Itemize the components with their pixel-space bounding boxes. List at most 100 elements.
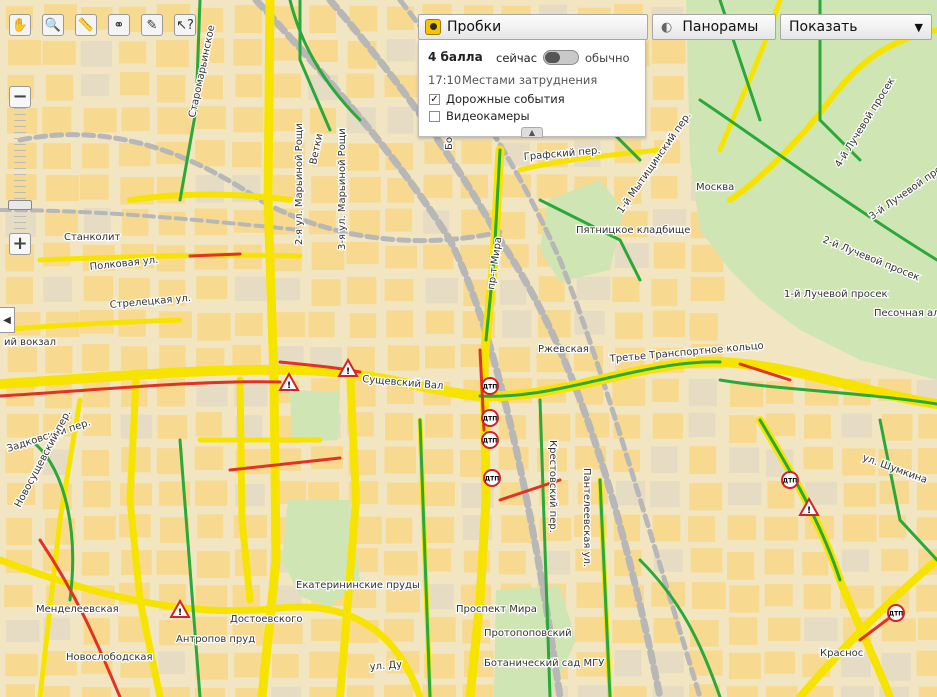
road-events-checkbox[interactable]: ✓	[429, 94, 440, 105]
city-block	[916, 650, 937, 676]
city-block	[82, 380, 110, 408]
city-block	[500, 279, 527, 305]
street-label: Новослободская	[66, 652, 153, 663]
city-block	[119, 483, 153, 506]
accident-marker-icon[interactable]: ДТП	[483, 469, 501, 487]
route-tool-button[interactable]: ⚭	[108, 14, 130, 36]
city-block	[803, 446, 833, 470]
accident-marker-icon[interactable]: ДТП	[481, 377, 499, 395]
city-block	[121, 209, 149, 236]
accident-marker-text: ДТП	[889, 611, 903, 618]
collapse-panel-handle[interactable]: ▲	[521, 127, 543, 138]
city-block	[764, 516, 799, 541]
street-label: Москва	[696, 182, 734, 193]
street-label: 1-й Лучевой просек	[784, 289, 888, 300]
street-label: Протопоповский	[484, 628, 572, 639]
city-block	[387, 345, 420, 371]
city-block	[233, 210, 266, 233]
city-block	[878, 515, 906, 538]
city-block	[651, 278, 678, 307]
city-block	[728, 652, 761, 680]
city-block	[384, 551, 418, 576]
city-block	[767, 617, 801, 641]
city-block	[652, 75, 684, 100]
accident-marker-icon[interactable]: ДТП	[481, 431, 499, 449]
city-block	[916, 517, 937, 541]
city-block	[765, 381, 794, 404]
panoramas-label: Панорамы	[682, 19, 759, 35]
accident-marker-icon[interactable]: ДТП	[781, 471, 799, 489]
street-label: Крестовский пер.	[547, 440, 558, 533]
city-block	[803, 584, 832, 610]
panoramas-button[interactable]: ◐ Панорамы	[652, 14, 776, 40]
accident-marker-icon[interactable]: ДТП	[887, 604, 905, 622]
city-block	[347, 685, 375, 697]
square-park	[290, 390, 340, 442]
feedback-tool-button[interactable]: ✎	[141, 14, 163, 36]
ruler-tool-icon: 📏	[77, 17, 95, 33]
city-block	[577, 685, 611, 697]
traffic-score: 4 балла	[428, 50, 483, 64]
roadworks-marker-glyph: !	[346, 367, 350, 377]
zoom-slider-thumb[interactable]	[8, 199, 32, 210]
road-events-label: Дорожные события	[446, 92, 565, 106]
city-block	[308, 311, 335, 338]
city-block	[196, 106, 226, 130]
cameras-checkbox[interactable]	[429, 111, 440, 122]
city-block	[195, 412, 223, 437]
city-block	[7, 39, 41, 66]
city-block	[804, 414, 832, 439]
city-block	[349, 176, 381, 203]
city-block	[158, 311, 192, 338]
city-block	[840, 686, 875, 697]
city-block	[425, 310, 455, 334]
city-block	[651, 446, 678, 474]
street-label: Ботанический сад МГУ	[484, 658, 604, 669]
street-label: 2-я ул. Марьиной Рощи	[294, 123, 305, 245]
traffic-light-icon	[425, 19, 441, 35]
city-block	[233, 106, 264, 133]
city-block	[121, 107, 150, 131]
city-block	[804, 617, 838, 642]
hand-tool-icon: ✋	[11, 17, 29, 33]
zoom-slider-track[interactable]	[14, 108, 26, 236]
zoom-in-button[interactable]: +	[9, 233, 31, 255]
magnifier-tool-button[interactable]: 🔍	[42, 14, 64, 36]
city-block	[80, 74, 110, 97]
city-block	[881, 414, 913, 441]
city-block	[650, 481, 680, 508]
panorama-icon: ◐	[661, 19, 673, 35]
ruler-tool-button[interactable]: 📏	[75, 14, 97, 36]
city-block	[688, 378, 717, 407]
hand-tool-button[interactable]: ✋	[9, 14, 31, 36]
accident-marker-text: ДТП	[483, 438, 497, 445]
city-block	[881, 618, 916, 642]
chevron-left-icon: ◀	[3, 314, 11, 326]
traffic-time: 17:10	[428, 73, 462, 87]
city-block	[498, 551, 526, 575]
city-block	[235, 549, 267, 577]
roadworks-marker-glyph: !	[178, 608, 182, 618]
city-block	[841, 549, 869, 572]
city-block	[80, 40, 113, 67]
city-block	[6, 517, 33, 546]
street-label: Краснос	[820, 648, 863, 659]
show-layers-dropdown[interactable]: Показать ▼	[780, 14, 932, 40]
city-block	[918, 686, 937, 697]
street-label: ий вокзал	[4, 337, 56, 348]
collapse-sidebar-button[interactable]: ◀	[0, 307, 15, 333]
accident-marker-icon[interactable]: ДТП	[481, 409, 499, 427]
city-block	[612, 619, 645, 644]
traffic-button[interactable]: Пробки	[418, 14, 648, 40]
zoom-out-button[interactable]: −	[9, 86, 31, 108]
city-block	[501, 310, 532, 338]
roadworks-marker-glyph: !	[807, 506, 811, 516]
info-cursor-tool-button[interactable]: ↖?	[174, 14, 196, 36]
city-block	[614, 650, 642, 677]
city-block	[43, 143, 72, 169]
city-block	[384, 446, 416, 474]
city-block	[764, 651, 795, 674]
city-block	[841, 413, 872, 438]
traffic-status: Местами затруднения	[462, 73, 598, 87]
now-usual-toggle[interactable]	[543, 50, 579, 65]
